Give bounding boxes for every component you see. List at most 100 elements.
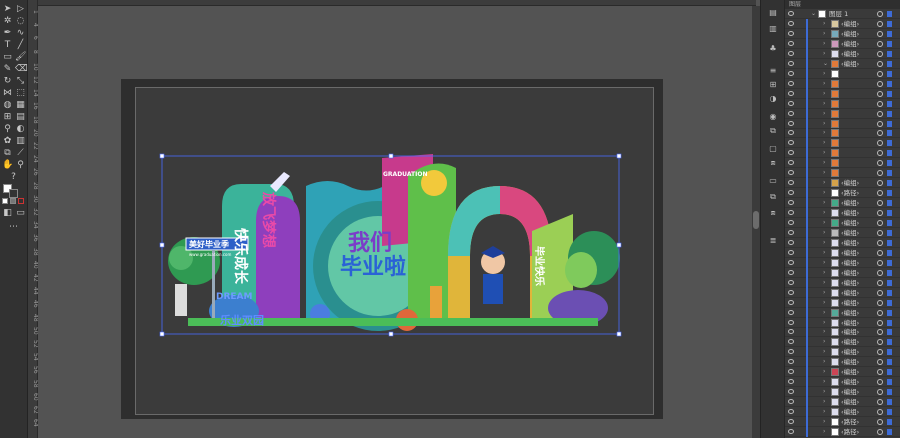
- layer-row[interactable]: ›: [785, 138, 900, 149]
- layer-row[interactable]: › ‹路径›: [785, 188, 900, 199]
- layer-row[interactable]: › ‹编组›: [785, 377, 900, 388]
- scrollbar-thumb[interactable]: [753, 211, 759, 229]
- visibility-eye-icon[interactable]: [788, 329, 794, 335]
- target-circle-icon[interactable]: [877, 329, 883, 336]
- chevron-right-icon[interactable]: ›: [823, 238, 825, 248]
- chevron-right-icon[interactable]: ›: [823, 208, 825, 218]
- layer-row[interactable]: › ‹编组›: [785, 357, 900, 368]
- visibility-eye-icon[interactable]: [788, 299, 794, 305]
- selection-indicator[interactable]: [887, 130, 892, 137]
- chevron-right-icon[interactable]: ›: [823, 228, 825, 238]
- target-circle-icon[interactable]: [877, 220, 883, 226]
- target-circle-icon[interactable]: [877, 170, 883, 177]
- layer-row[interactable]: › ‹编组›: [785, 28, 900, 39]
- layer-row[interactable]: › ‹编组›: [785, 347, 900, 358]
- chevron-right-icon[interactable]: ›: [823, 318, 825, 328]
- width-tool-icon[interactable]: ⋈: [2, 88, 13, 99]
- selection-indicator[interactable]: [887, 200, 892, 207]
- line-tool-icon[interactable]: ╱: [15, 40, 26, 51]
- gradient-tool-icon[interactable]: ▤: [15, 112, 26, 123]
- pathfinder-icon[interactable]: ⊞: [768, 80, 778, 90]
- target-circle-icon[interactable]: [877, 60, 883, 67]
- layer-row[interactable]: › ‹编组›: [785, 48, 900, 59]
- chevron-right-icon[interactable]: ›: [823, 29, 825, 39]
- artboards-icon[interactable]: ⧉: [768, 192, 778, 202]
- canvas-vertical-scrollbar[interactable]: [752, 6, 760, 438]
- selection-indicator[interactable]: [887, 428, 892, 435]
- perspective-grid-icon[interactable]: ▦: [15, 100, 26, 111]
- layer-row[interactable]: ›: [785, 98, 900, 109]
- chevron-right-icon[interactable]: ›: [823, 158, 825, 168]
- layer-row[interactable]: › ‹路径›: [785, 426, 900, 437]
- chevron-right-icon[interactable]: ›: [823, 128, 825, 138]
- layer-row[interactable]: › ‹编组›: [785, 198, 900, 209]
- selection-indicator[interactable]: [887, 399, 892, 406]
- target-circle-icon[interactable]: [877, 50, 883, 57]
- chevron-right-icon[interactable]: ›: [823, 327, 825, 337]
- visibility-eye-icon[interactable]: [788, 140, 794, 146]
- target-circle-icon[interactable]: [877, 140, 883, 147]
- chevron-right-icon[interactable]: ›: [823, 49, 825, 59]
- direct-selection-tool-icon[interactable]: ▷: [15, 4, 26, 15]
- chevron-right-icon[interactable]: ›: [823, 308, 825, 318]
- type-tool-icon[interactable]: T: [2, 40, 13, 51]
- symbols-icon[interactable]: ♣: [768, 44, 778, 54]
- target-circle-icon[interactable]: [877, 319, 883, 326]
- selection-indicator[interactable]: [887, 11, 892, 17]
- selection-indicator[interactable]: [887, 379, 892, 386]
- chevron-right-icon[interactable]: ›: [823, 278, 825, 288]
- visibility-eye-icon[interactable]: [788, 120, 794, 126]
- layer-row[interactable]: › ‹编组›: [785, 397, 900, 408]
- rotate-tool-icon[interactable]: ↻: [2, 76, 13, 87]
- visibility-eye-icon[interactable]: [788, 200, 794, 206]
- selection-indicator[interactable]: [887, 170, 892, 177]
- selection-indicator[interactable]: [887, 90, 892, 97]
- target-circle-icon[interactable]: [877, 289, 883, 296]
- visibility-eye-icon[interactable]: [788, 210, 794, 216]
- chevron-right-icon[interactable]: ›: [823, 39, 825, 49]
- selection-indicator[interactable]: [887, 220, 892, 226]
- chevron-right-icon[interactable]: ›: [823, 99, 825, 109]
- chevron-right-icon[interactable]: ›: [823, 188, 825, 198]
- layer-row[interactable]: › ‹编组›: [785, 387, 900, 398]
- selection-indicator[interactable]: [887, 279, 892, 286]
- visibility-eye-icon[interactable]: [788, 409, 794, 415]
- target-circle-icon[interactable]: [877, 200, 883, 207]
- chevron-right-icon[interactable]: ›: [823, 377, 825, 387]
- target-circle-icon[interactable]: [877, 229, 883, 236]
- help-icon[interactable]: ?: [8, 172, 19, 183]
- appearance-icon[interactable]: ◉: [768, 112, 778, 122]
- transparency-icon[interactable]: ◑: [768, 94, 778, 104]
- layer-row[interactable]: › ‹编组›: [785, 297, 900, 308]
- visibility-eye-icon[interactable]: [788, 349, 794, 355]
- chevron-right-icon[interactable]: ›: [823, 337, 825, 347]
- libraries-icon[interactable]: ▥: [768, 24, 778, 34]
- visibility-eye-icon[interactable]: [788, 110, 794, 116]
- visibility-eye-icon[interactable]: [788, 150, 794, 156]
- target-circle-icon[interactable]: [877, 160, 883, 167]
- target-circle-icon[interactable]: [877, 259, 883, 266]
- layer-row[interactable]: › ‹编组›: [785, 337, 900, 348]
- layer-row[interactable]: › ‹编组›: [785, 407, 900, 418]
- target-circle-icon[interactable]: [877, 339, 883, 346]
- mesh-tool-icon[interactable]: ⊞: [2, 112, 13, 123]
- visibility-eye-icon[interactable]: [788, 170, 794, 176]
- selection-indicator[interactable]: [887, 389, 892, 396]
- visibility-eye-icon[interactable]: [788, 180, 794, 186]
- chevron-right-icon[interactable]: ›: [823, 417, 825, 427]
- chevron-right-icon[interactable]: ›: [823, 89, 825, 99]
- chevron-right-icon[interactable]: ›: [823, 387, 825, 397]
- chevron-right-icon[interactable]: ›: [823, 218, 825, 228]
- lasso-icon[interactable]: ◌: [15, 16, 26, 27]
- visibility-eye-icon[interactable]: [788, 339, 794, 345]
- layer-row[interactable]: ⌄ ‹编组›: [785, 58, 900, 69]
- target-circle-icon[interactable]: [877, 299, 883, 306]
- selection-indicator[interactable]: [887, 329, 892, 336]
- selection-indicator[interactable]: [887, 80, 892, 87]
- target-circle-icon[interactable]: [877, 239, 883, 246]
- visibility-eye-icon[interactable]: [788, 279, 794, 285]
- visibility-eye-icon[interactable]: [788, 369, 794, 375]
- target-circle-icon[interactable]: [877, 210, 883, 217]
- visibility-eye-icon[interactable]: [788, 80, 794, 86]
- chevron-right-icon[interactable]: ›: [823, 248, 825, 258]
